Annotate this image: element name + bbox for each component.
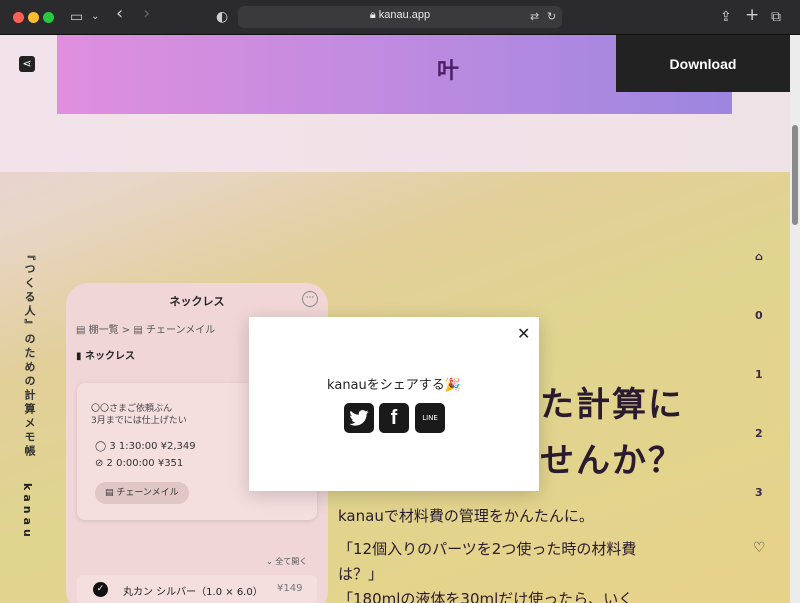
chevron-down-icon[interactable]: ⌄ — [91, 8, 99, 26]
headline-line-1: た計算に — [540, 385, 684, 425]
check-icon: ✓ — [93, 582, 108, 597]
new-tab-icon[interactable]: + — [745, 6, 759, 24]
card-line-2: 3月までには仕上げたい — [91, 416, 187, 426]
card-row-1: ◯ 3 1:30:00 ¥2,349 — [95, 441, 196, 452]
brand-vertical: kanau — [21, 483, 34, 541]
expand-all: ⌄ 全て開く — [266, 557, 308, 566]
shield-icon[interactable]: ◐ — [216, 8, 228, 26]
kanau-logo: 叶 — [437, 59, 460, 84]
download-button[interactable]: Download — [616, 35, 790, 92]
close-window-button[interactable] — [13, 12, 24, 23]
twitter-icon — [349, 410, 369, 426]
item-price: ¥149 — [277, 583, 303, 594]
category-chip: ▤ チェーンメイル — [95, 482, 189, 504]
sidebar-toggle-icon[interactable]: ▭ — [70, 8, 83, 26]
body-text-1: kanauで材料費の管理をかんたんに。 — [338, 507, 594, 525]
line-share-button[interactable]: LINE — [415, 403, 445, 433]
minimize-window-button[interactable] — [28, 12, 39, 23]
twitter-share-button[interactable] — [344, 403, 374, 433]
body-text-4: 「180mlの液体を30mlだけ使ったら、いく — [338, 590, 634, 603]
item-name: 丸カン シルバー（1.0 × 6.0） — [123, 587, 263, 598]
share-modal: ✕ kanauをシェアする🎉 f LINE — [249, 317, 539, 491]
share-icon[interactable]: ⇪ — [720, 8, 732, 26]
current-shelf: ▮ ネックレス — [76, 351, 135, 362]
heart-icon[interactable]: ♡ — [753, 540, 766, 556]
list-item: ✓ 丸カン シルバー（1.0 × 6.0） ¥149 — [77, 575, 317, 603]
modal-title: kanauをシェアする🎉 — [327, 378, 461, 393]
browser-toolbar: ▭ ⌄ ‹ › ◐ 🔒︎ kanau.app ⇄ ↻ ⇪ + ⧉ — [0, 0, 800, 35]
headline-line-2: せんか？ — [540, 441, 684, 481]
facebook-share-button[interactable]: f — [379, 403, 409, 433]
more-icon: ··· — [302, 291, 318, 307]
body-text-2: 「12個入りのパーツを2つ使った時の材料費 — [338, 540, 637, 558]
card-row-2: ⊘ 2 0:00:00 ¥351 — [95, 458, 184, 469]
translate-icon[interactable]: ⇄ — [530, 8, 539, 26]
address-bar[interactable]: 🔒︎ kanau.app ⇄ ↻ — [238, 6, 562, 28]
reload-icon[interactable]: ↻ — [547, 8, 556, 26]
scrollbar-track[interactable] — [790, 35, 800, 603]
body-text-3: は？」 — [338, 565, 384, 583]
tagline: 『つくる人』のための計算メモ帳 — [23, 249, 36, 459]
nav-item-2[interactable]: 2 — [755, 427, 763, 440]
zoom-window-button[interactable] — [43, 12, 54, 23]
url-text: kanau.app — [378, 9, 431, 21]
breadcrumb: ▤ 棚一覧 > ▤ チェーンメイル — [76, 325, 216, 336]
phone-title: ネックレス — [169, 295, 225, 308]
nav-item-3[interactable]: 3 — [755, 486, 763, 499]
nav-item-1[interactable]: 1 — [755, 368, 763, 381]
back-icon[interactable]: ‹ — [116, 5, 123, 23]
forward-icon[interactable]: › — [143, 5, 150, 23]
share-icon[interactable]: ⋖ — [19, 56, 35, 72]
close-icon[interactable]: ✕ — [517, 324, 530, 343]
lock-icon: 🔒︎ — [369, 9, 379, 21]
scrollbar-thumb[interactable] — [792, 125, 798, 225]
tabs-overview-icon[interactable]: ⧉ — [771, 8, 781, 26]
home-icon[interactable]: ⌂ — [755, 250, 763, 263]
nav-item-0[interactable]: 0 — [755, 309, 763, 322]
facebook-icon: f — [390, 406, 398, 429]
